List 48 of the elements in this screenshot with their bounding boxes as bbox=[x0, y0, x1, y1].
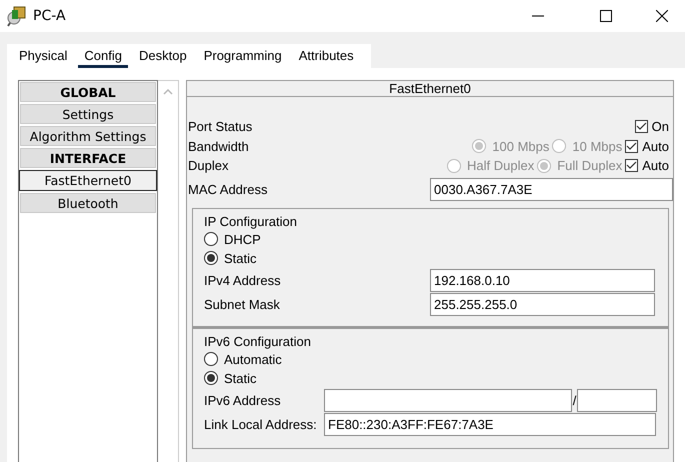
field-label: Link Local Address: bbox=[204, 416, 318, 432]
section-header: INTERFACE bbox=[20, 148, 156, 168]
radio-label: Half Duplex bbox=[467, 158, 534, 174]
field-label: Subnet Mask bbox=[204, 296, 281, 312]
field-label: Duplex bbox=[188, 158, 230, 174]
sidebar-item[interactable]: FastEthernet0 bbox=[19, 170, 157, 191]
checkbox[interactable] bbox=[634, 120, 648, 134]
sidebar-item[interactable]: Settings bbox=[20, 104, 156, 124]
radio-button[interactable] bbox=[204, 232, 218, 246]
checkbox-label: On bbox=[652, 119, 669, 134]
tab[interactable]: Programming bbox=[198, 44, 288, 64]
sidebar-item[interactable]: Algorithm Settings bbox=[20, 126, 156, 146]
input-field[interactable]: FE80::230:A3FF:FE67:7A3E bbox=[324, 412, 656, 436]
scrollbar[interactable] bbox=[158, 80, 179, 462]
checkbox-label: Auto bbox=[642, 158, 669, 174]
radio-button[interactable] bbox=[204, 352, 218, 366]
radio-label: Static bbox=[224, 370, 257, 386]
field-label: IPv6 Address bbox=[204, 392, 282, 408]
section-header: GLOBAL bbox=[20, 82, 156, 102]
radio-label: Automatic bbox=[224, 352, 282, 366]
checkbox[interactable] bbox=[625, 140, 638, 153]
field-label: MAC Address bbox=[188, 182, 268, 197]
window-title: PC-A bbox=[33, 8, 66, 24]
checkbox[interactable] bbox=[625, 159, 638, 172]
tab[interactable]: Attributes bbox=[292, 44, 360, 64]
panel-title: FastEthernet0 bbox=[187, 81, 673, 97]
input-field[interactable] bbox=[577, 388, 657, 412]
radio-button[interactable] bbox=[204, 371, 218, 385]
radio-label: DHCP bbox=[224, 232, 261, 246]
input-field[interactable]: 0030.A367.7A3E bbox=[430, 178, 673, 201]
checkbox-label: Auto bbox=[642, 138, 669, 154]
field-label: Port Status bbox=[188, 119, 254, 134]
field-label: IPv4 Address bbox=[204, 272, 282, 288]
tab[interactable]: Desktop bbox=[133, 44, 193, 64]
field-label: Bandwidth bbox=[188, 138, 250, 154]
separator: / bbox=[572, 392, 577, 408]
input-field[interactable]: 192.168.0.10 bbox=[430, 268, 655, 292]
sidebar-item[interactable]: Bluetooth bbox=[20, 193, 156, 213]
radio-label: 100 Mbps bbox=[492, 138, 550, 154]
radio-button[interactable] bbox=[204, 251, 218, 265]
input-field[interactable] bbox=[324, 388, 572, 412]
input-field[interactable]: 255.255.255.0 bbox=[430, 292, 655, 316]
radio-label: Static bbox=[224, 250, 257, 266]
radio-label: 10 Mbps bbox=[572, 138, 622, 154]
group-title: IP Configuration bbox=[204, 214, 298, 230]
group-title: IPv6 Configuration bbox=[204, 334, 312, 350]
tab[interactable]: Physical bbox=[13, 44, 74, 64]
radio-label: Full Duplex bbox=[557, 158, 622, 174]
